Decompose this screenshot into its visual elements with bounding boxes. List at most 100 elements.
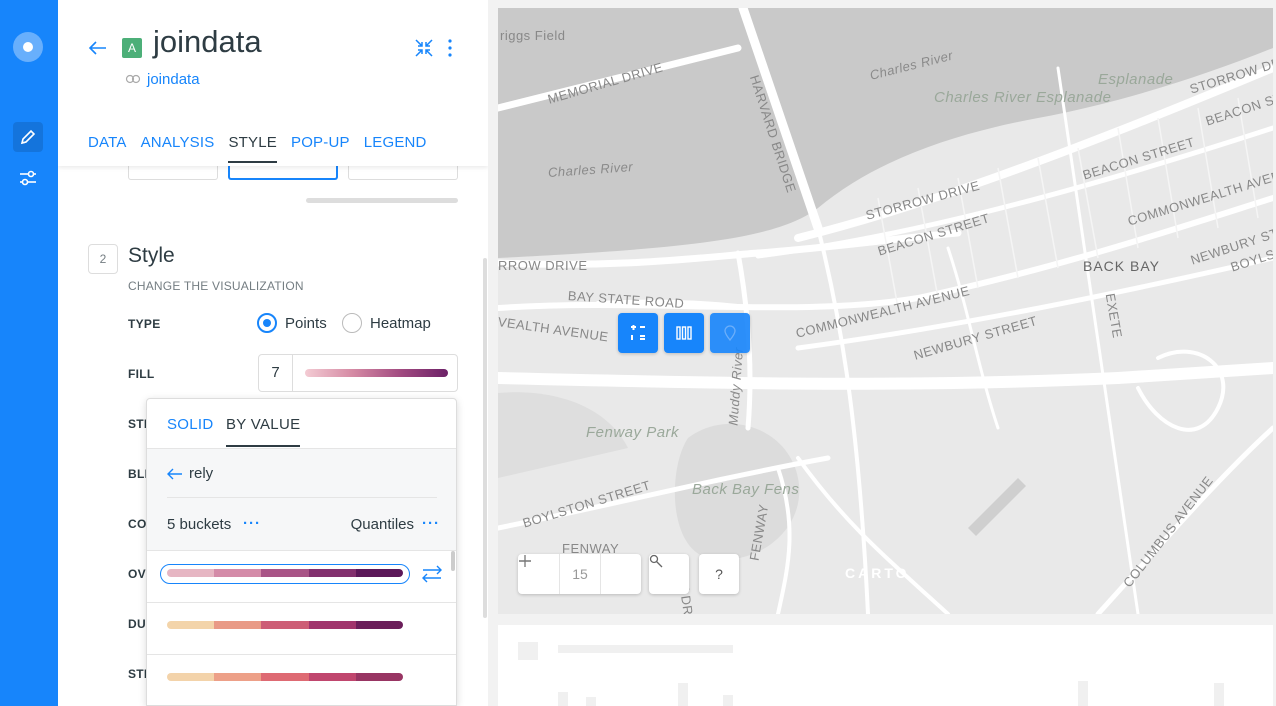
widget-placeholder-panel (498, 625, 1273, 706)
color-ramp (167, 621, 403, 629)
radio-heatmap-label: Heatmap (370, 314, 431, 332)
section-subtitle: CHANGE THE VISUALIZATION (128, 279, 304, 293)
ramp-swatch (214, 569, 262, 577)
panel-header: A joindata joindata DATA ANALYSIS STYLE … (58, 0, 488, 166)
ramp-option[interactable] (147, 603, 456, 655)
ramp-swatch (355, 621, 403, 629)
step-number: 2 (88, 244, 118, 274)
section-title: Style (128, 244, 175, 267)
tab-data[interactable]: DATA (88, 134, 127, 163)
ramp-swatch (214, 621, 262, 629)
widget-add-icon (631, 325, 645, 340)
radio-checked-icon[interactable] (257, 313, 277, 333)
back-arrow-icon (167, 468, 182, 479)
fill-label: FILL (128, 367, 155, 381)
ramp-swatch (261, 673, 309, 681)
panel-scrollbar[interactable] (483, 258, 487, 618)
ramp-swatch (308, 569, 356, 577)
color-ramp (167, 673, 403, 681)
source-link-icon (125, 74, 141, 87)
tab-pop-up[interactable]: POP-UP (291, 134, 350, 163)
widget-placeholder-block (1078, 681, 1088, 706)
zoom-control: 15 (518, 554, 641, 594)
carto-logo-icon[interactable] (13, 32, 43, 62)
more-options-icon[interactable] (440, 38, 460, 58)
dropdown-tabs: SOLID BY VALUE (147, 399, 456, 449)
widget-placeholder-block (586, 697, 596, 706)
settings-sliders-icon[interactable] (13, 163, 43, 193)
buckets-label: 5 buckets (167, 516, 232, 533)
column-name: rely (189, 465, 214, 482)
layer-letter-badge: A (122, 38, 142, 58)
carto-attribution-logo: CARTO (845, 565, 910, 581)
map-search-button[interactable] (649, 554, 689, 594)
aggregation-options-row (128, 160, 458, 180)
ramp-swatch (308, 621, 356, 629)
fill-size-input[interactable]: 7 (259, 355, 293, 391)
map-label: Back Bay Fens (692, 481, 800, 498)
widgets-button[interactable] (664, 313, 704, 353)
bar-chart-icon (676, 326, 692, 340)
radio-points[interactable]: Points (257, 313, 327, 333)
widget-placeholder-block (1214, 683, 1224, 706)
horizontal-scrollbar[interactable] (306, 198, 458, 203)
tab-solid[interactable]: SOLID (167, 416, 214, 433)
fill-control[interactable]: 7 (258, 354, 458, 392)
tab-by-value[interactable]: BY VALUE (226, 416, 301, 447)
map-label: Esplanade (1098, 71, 1174, 88)
buckets-menu-icon[interactable]: ··· (243, 515, 261, 532)
radio-unchecked-icon[interactable] (342, 313, 362, 333)
left-nav (0, 0, 58, 706)
overlap-label: OV (128, 567, 146, 581)
location-button[interactable] (710, 313, 750, 353)
column-back-button[interactable]: rely (167, 465, 213, 482)
add-widget-button[interactable] (618, 313, 658, 353)
plus-icon (519, 555, 531, 567)
ramp-swatch (355, 569, 403, 577)
ramp-swatch (214, 673, 262, 681)
type-label: TYPE (128, 317, 161, 331)
ramp-swatch (308, 673, 356, 681)
map-label: Charles River Esplanade (934, 89, 1112, 106)
edit-icon[interactable] (13, 122, 43, 152)
map-label: riggs Field (500, 28, 566, 43)
zoom-in-button[interactable] (519, 554, 641, 594)
ramp-option-selected[interactable] (147, 551, 456, 603)
collapse-icon[interactable] (414, 38, 434, 58)
tab-legend[interactable]: LEGEND (364, 134, 427, 163)
ramp-swatch (261, 569, 309, 577)
search-icon (649, 554, 663, 568)
layer-title[interactable]: joindata (153, 24, 262, 60)
map-toolbar (618, 313, 750, 353)
back-arrow-icon[interactable] (86, 36, 110, 60)
editor-tabs: DATA ANALYSIS STYLE POP-UP LEGEND (88, 134, 427, 163)
ramp-swatch (261, 621, 309, 629)
quantification-label: Quantiles (350, 516, 414, 533)
tab-analysis[interactable]: ANALYSIS (141, 134, 215, 163)
fill-color-dropdown: SOLID BY VALUE rely 5 buckets ··· Quanti… (146, 398, 457, 706)
ramp-swatch (167, 569, 215, 577)
map-view[interactable]: riggs Field MEMORIAL DRIVE HARVARD BRIDG… (498, 8, 1273, 614)
source-dataset-link[interactable]: joindata (147, 71, 200, 88)
map-label: BACK BAY (1083, 258, 1160, 274)
ramp-option[interactable] (147, 655, 456, 705)
radio-heatmap[interactable]: Heatmap (342, 313, 431, 333)
help-button[interactable]: ? (699, 554, 739, 594)
ramp-swatch (167, 621, 215, 629)
duration-label: DU (128, 617, 146, 631)
map-label: Fenway Park (586, 424, 680, 441)
color-label: CO (128, 517, 147, 531)
widget-placeholder-block (558, 645, 733, 653)
fill-color-ramp[interactable] (305, 369, 448, 377)
widget-placeholder-block (723, 695, 733, 706)
map-label: RROW DRIVE (498, 258, 588, 273)
dropdown-settings: rely 5 buckets ··· Quantiles ··· (147, 449, 456, 551)
radio-points-label: Points (285, 314, 327, 332)
ramp-swatch (167, 673, 215, 681)
widget-placeholder-block (678, 683, 688, 706)
widget-placeholder-block (518, 642, 538, 660)
layer-editor-panel: A joindata joindata DATA ANALYSIS STYLE … (58, 0, 488, 706)
reverse-ramp-icon[interactable] (421, 565, 443, 583)
quantification-menu-icon[interactable]: ··· (422, 515, 440, 532)
tab-style[interactable]: STYLE (228, 134, 277, 163)
